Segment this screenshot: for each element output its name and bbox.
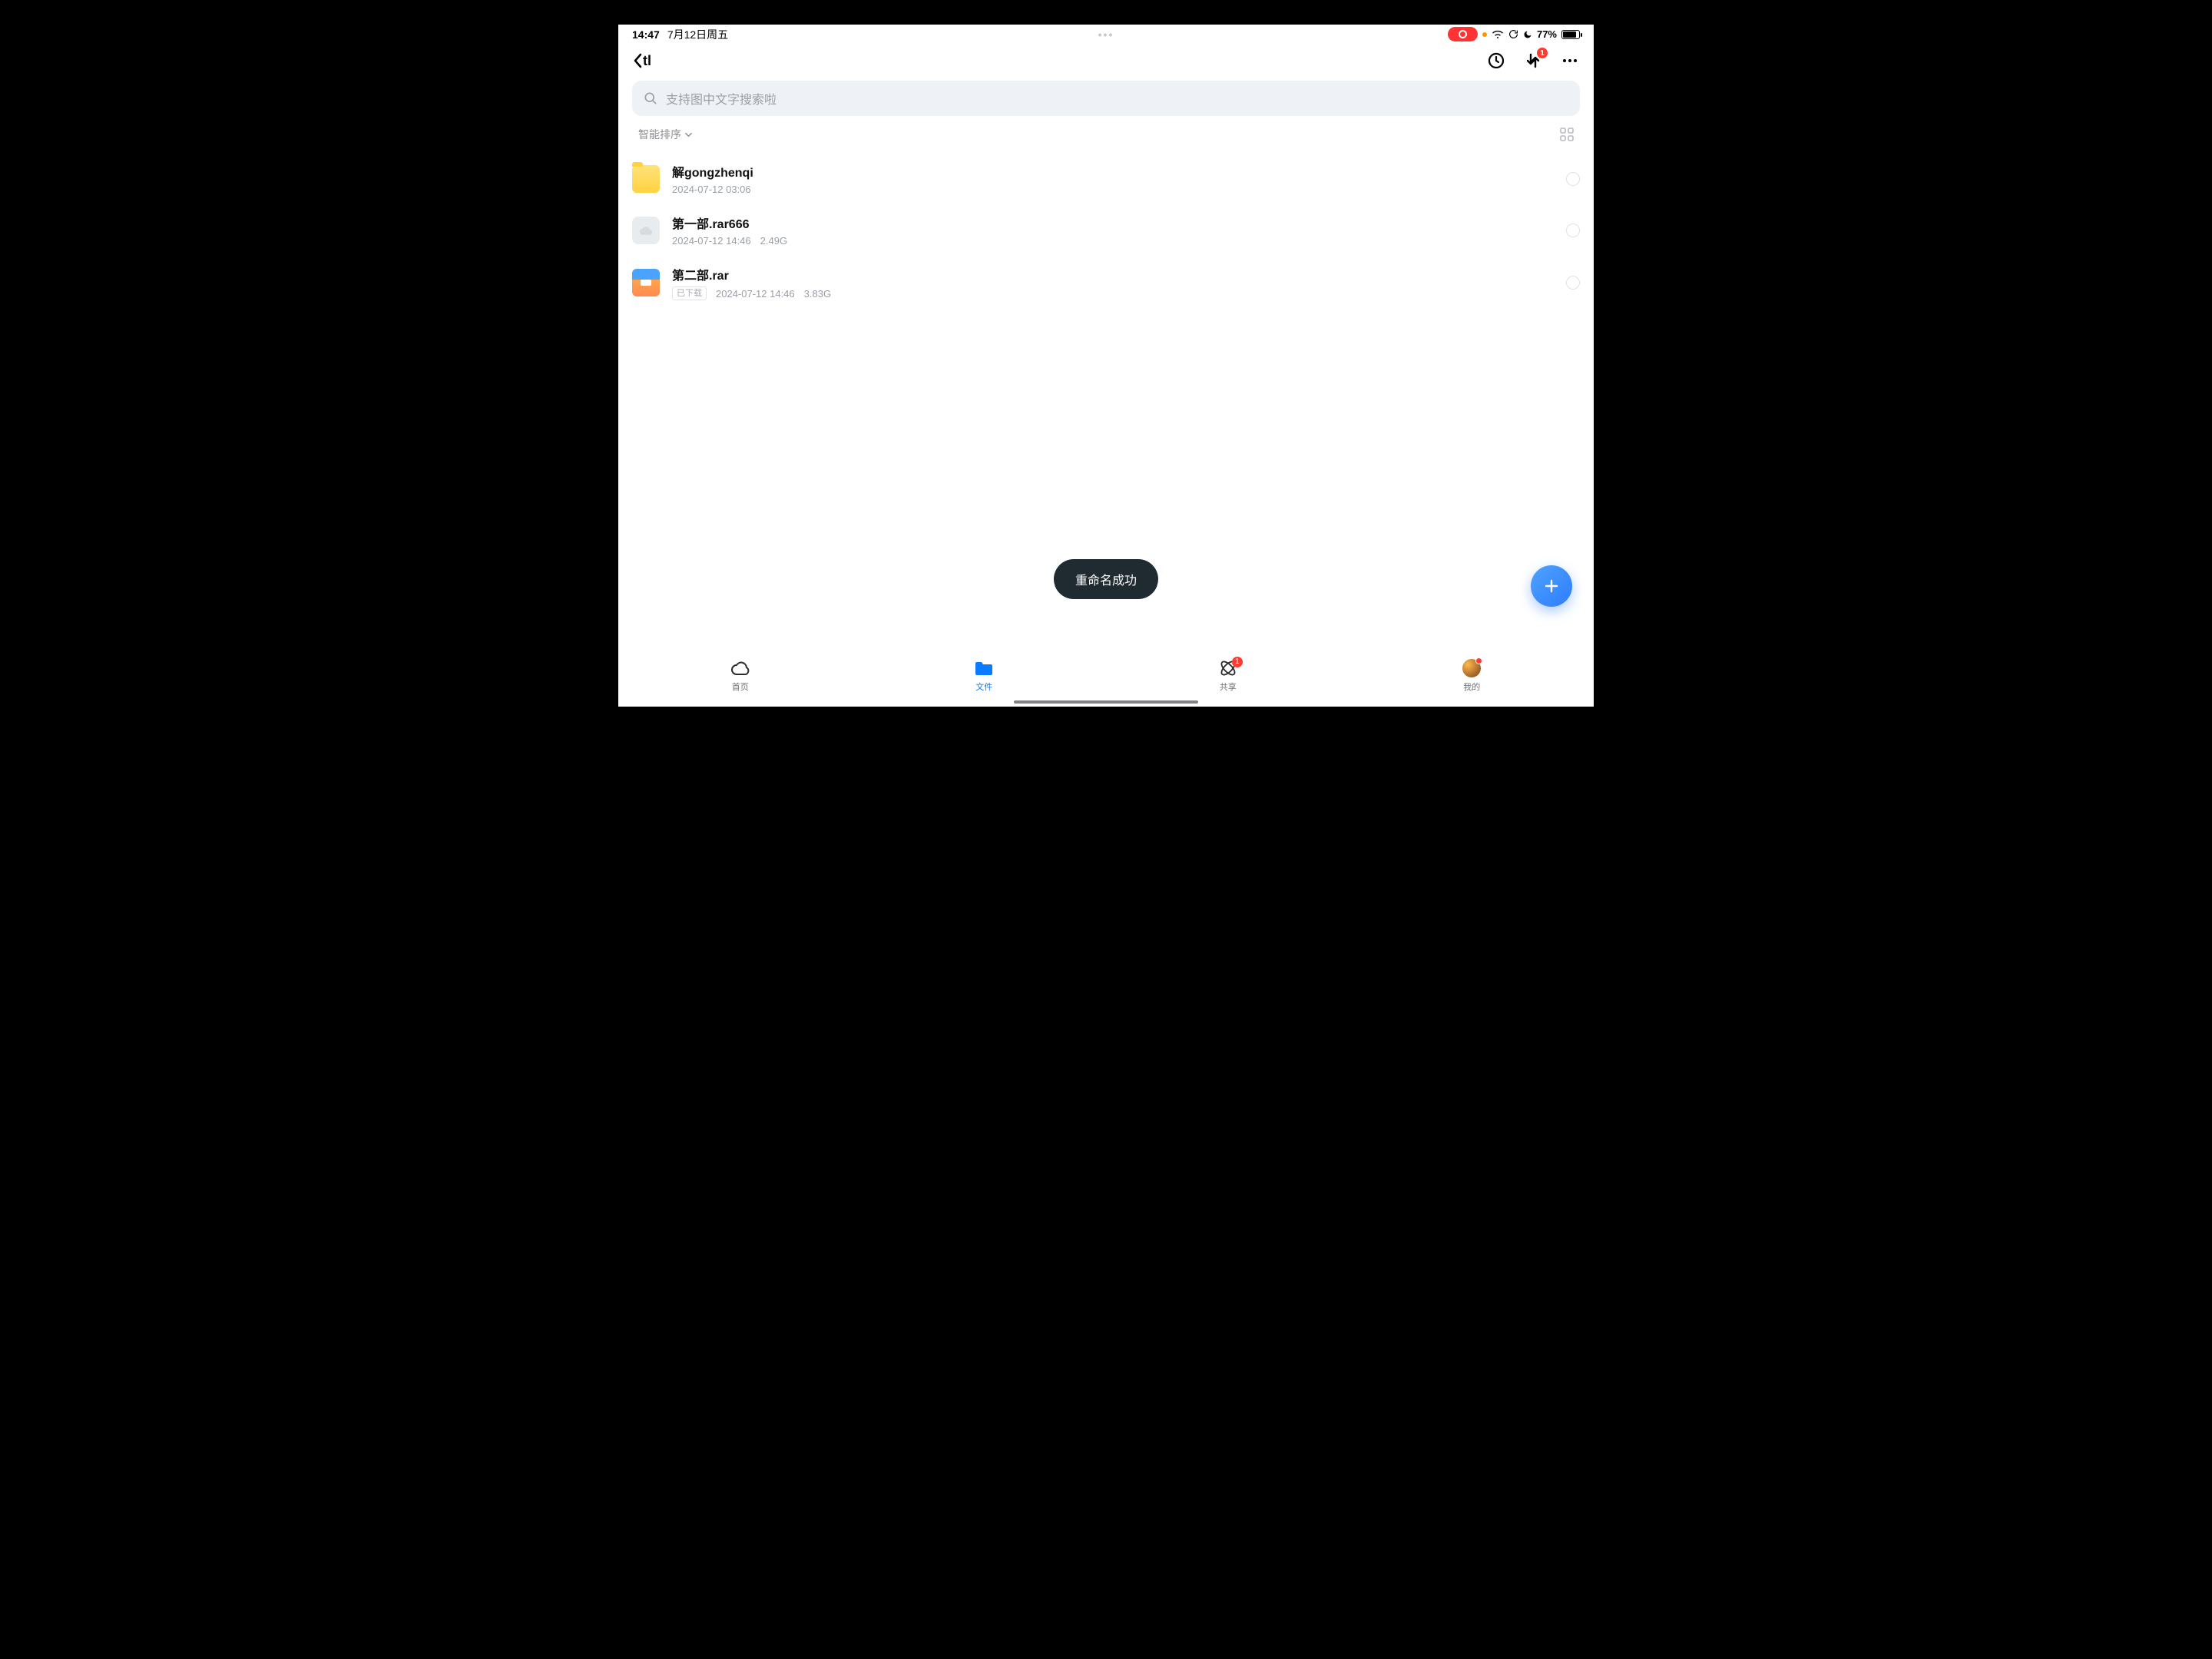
list-item[interactable]: 解gongzhenqi 2024-07-12 03:06 — [632, 153, 1580, 204]
file-list: 解gongzhenqi 2024-07-12 03:06 第一部.rar666 … — [618, 150, 1594, 313]
tab-home[interactable]: 首页 — [730, 658, 750, 693]
file-size: 2.49G — [760, 235, 787, 247]
chevron-left-icon — [632, 53, 643, 68]
file-name: 解gongzhenqi — [672, 162, 1554, 180]
wifi-icon — [1492, 30, 1504, 39]
tab-label: 共享 — [1220, 680, 1237, 693]
add-button[interactable] — [1531, 565, 1572, 607]
more-icon — [1561, 51, 1579, 70]
search-input[interactable]: 支持图中文字搜索啦 — [632, 81, 1580, 116]
file-name: 第一部.rar666 — [672, 214, 1554, 232]
folder-tab-icon — [974, 660, 994, 677]
more-button[interactable] — [1560, 51, 1580, 71]
share-badge: 1 — [1232, 657, 1243, 667]
plus-icon — [1542, 577, 1561, 595]
downloaded-badge: 已下载 — [672, 286, 707, 300]
transfer-button[interactable]: 1 — [1523, 51, 1543, 71]
sync-icon — [1508, 29, 1518, 39]
date: 7月12日周五 — [667, 27, 728, 42]
chevron-down-icon — [684, 131, 693, 139]
cloud-file-icon — [632, 217, 660, 244]
tab-files[interactable]: 文件 — [974, 658, 994, 693]
folder-icon — [632, 165, 660, 193]
tab-bar: 首页 文件 1 共享 我的 — [618, 653, 1594, 707]
multitask-dots[interactable]: ••• — [1098, 28, 1114, 41]
clock: 14:47 — [632, 28, 660, 41]
file-size: 3.83G — [804, 288, 831, 300]
tab-share[interactable]: 1 共享 — [1218, 658, 1238, 693]
toast: 重命名成功 — [1054, 559, 1158, 599]
search-icon — [643, 91, 658, 106]
search-placeholder: 支持图中文字搜索啦 — [666, 89, 777, 108]
screen-record-indicator[interactable] — [1448, 27, 1478, 41]
nav-header: tl 1 — [618, 44, 1594, 78]
back-button[interactable]: tl — [632, 53, 651, 69]
battery-percent: 77% — [1537, 28, 1557, 40]
notification-dot — [1475, 657, 1482, 664]
privacy-dot-icon — [1482, 32, 1487, 37]
view-mode-button[interactable] — [1560, 127, 1574, 141]
cloud-icon — [730, 661, 750, 676]
file-date: 2024-07-12 14:46 — [716, 288, 795, 300]
tab-mine[interactable]: 我的 — [1462, 658, 1482, 693]
file-date: 2024-07-12 03:06 — [672, 184, 751, 195]
file-date: 2024-07-12 14:46 — [672, 235, 751, 247]
history-button[interactable] — [1486, 51, 1506, 71]
tab-label: 首页 — [732, 680, 749, 693]
sort-dropdown[interactable]: 智能排序 — [638, 127, 693, 142]
archive-icon — [632, 269, 660, 296]
sort-label: 智能排序 — [638, 127, 681, 142]
select-circle[interactable] — [1566, 276, 1580, 290]
tab-label: 文件 — [975, 680, 992, 693]
tab-label: 我的 — [1463, 680, 1480, 693]
select-circle[interactable] — [1566, 224, 1580, 237]
select-circle[interactable] — [1566, 172, 1580, 186]
folder-title: tl — [643, 53, 651, 69]
grid-icon — [1560, 127, 1574, 141]
list-item[interactable]: 第二部.rar 已下载 2024-07-12 14:46 3.83G — [632, 256, 1580, 310]
file-name: 第二部.rar — [672, 265, 1554, 283]
toast-text: 重命名成功 — [1075, 575, 1137, 588]
battery-icon — [1561, 30, 1580, 39]
status-bar: 14:47 7月12日周五 ••• 77% — [618, 25, 1594, 44]
history-icon — [1487, 51, 1505, 70]
home-indicator[interactable] — [1014, 700, 1198, 704]
list-item[interactable]: 第一部.rar666 2024-07-12 14:46 2.49G — [632, 204, 1580, 256]
moon-icon — [1523, 30, 1532, 39]
transfer-badge: 1 — [1537, 48, 1548, 58]
